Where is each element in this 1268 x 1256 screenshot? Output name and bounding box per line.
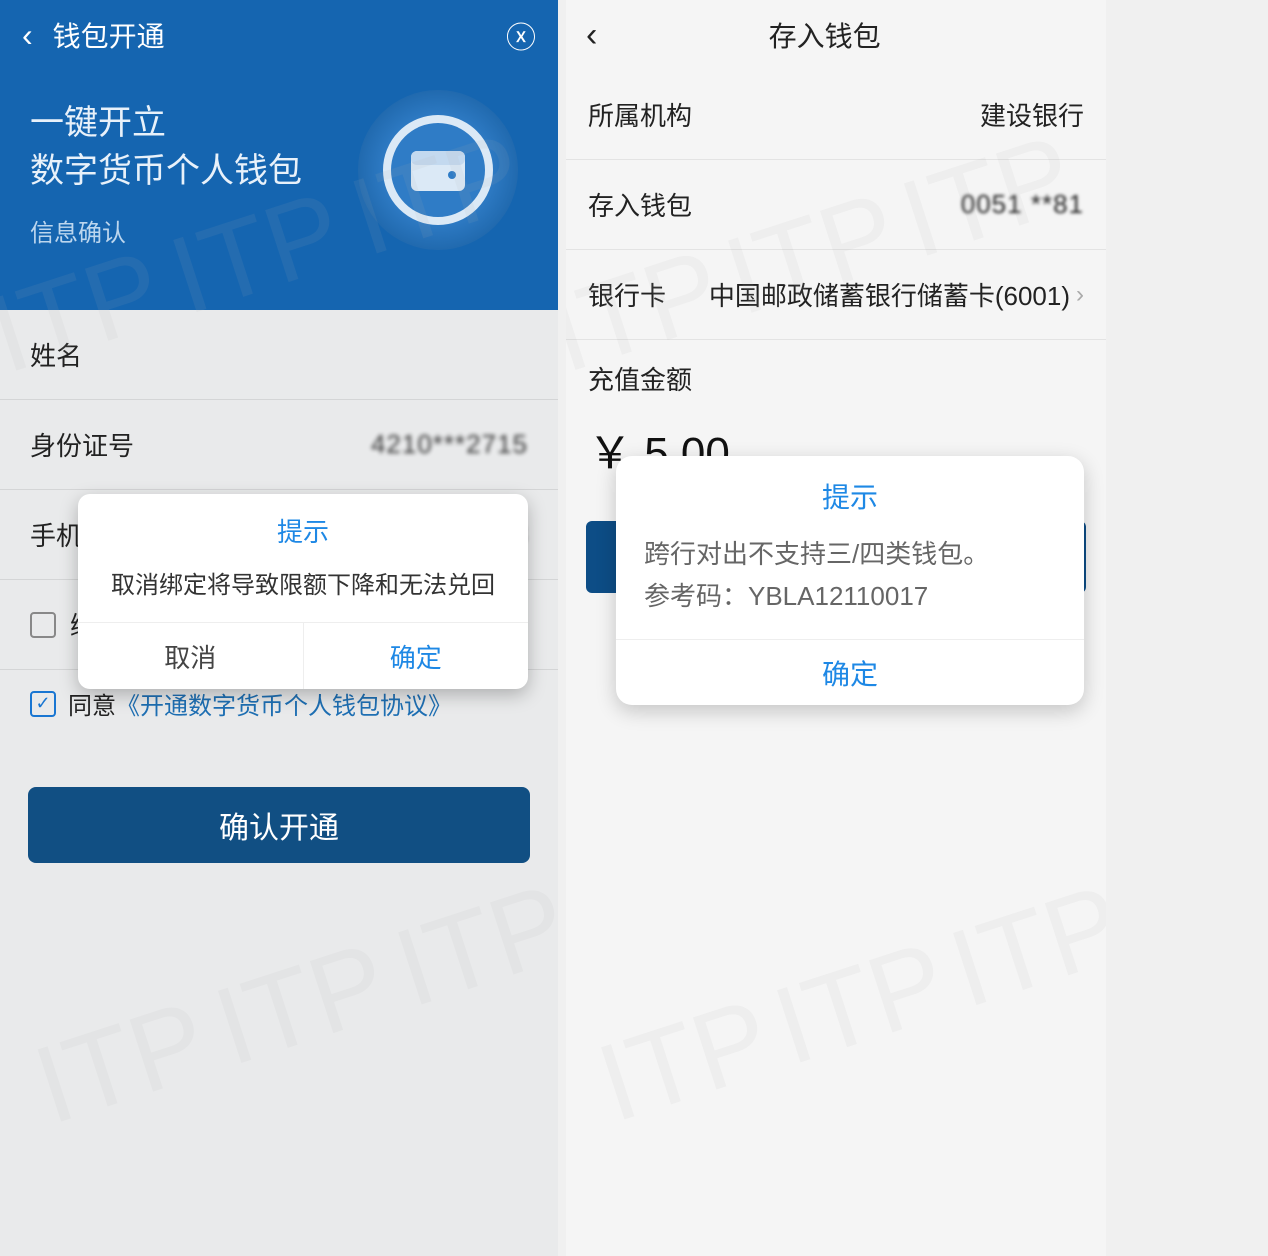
agree-checkbox[interactable]: ✓ <box>30 691 56 717</box>
label-wallet: 存入钱包 <box>588 186 692 223</box>
dialog-message: 取消绑定将导致限额下降和无法兑回 <box>78 559 528 622</box>
dialog-ok-button[interactable]: 确定 <box>303 623 529 689</box>
value-id: 4210***2715 <box>371 429 528 460</box>
wallet-badge <box>358 90 518 250</box>
wallet-icon-ring <box>383 115 493 225</box>
page-title: 存入钱包 <box>597 15 1052 55</box>
dialog-prompt: 提示 跨行对出不支持三/四类钱包。 参考码：YBLA12110017 确定 <box>616 456 1084 705</box>
dialog-title: 提示 <box>78 494 528 559</box>
back-icon[interactable]: ‹ <box>22 17 33 54</box>
row-card[interactable]: 银行卡 中国邮政储蓄银行储蓄卡(6001) › <box>566 250 1106 340</box>
wallet-icon <box>408 145 468 195</box>
bind-checkbox[interactable] <box>30 612 56 638</box>
agreement-link[interactable]: 《开通数字货币个人钱包协议》 <box>116 686 452 721</box>
dialog-prompt: 提示 取消绑定将导致限额下降和无法兑回 取消 确定 <box>78 494 528 689</box>
label-phone: 手机 <box>30 516 82 553</box>
dialog-title: 提示 <box>616 456 1084 530</box>
row-org[interactable]: 所属机构 建设银行 <box>566 70 1106 160</box>
page-title: 钱包开通 <box>53 15 506 55</box>
value-wallet: 0051 **81 <box>961 189 1084 220</box>
value-org: 建设银行 <box>980 96 1084 133</box>
header: ‹ 存入钱包 <box>566 0 1106 70</box>
label-card: 银行卡 <box>588 276 666 313</box>
header: ‹ 钱包开通 ⓧ 一键开立 数字货币个人钱包 信息确认 <box>0 0 558 310</box>
label-name: 姓名 <box>30 336 82 373</box>
amount-label: 充值金额 <box>566 340 1106 407</box>
value-card: 中国邮政储蓄银行储蓄卡(6001) <box>709 276 1070 313</box>
dialog-line-2: 参考码：YBLA12110017 <box>644 576 1056 618</box>
dialog-line-1: 跨行对出不支持三/四类钱包。 <box>644 534 1056 576</box>
screen-deposit: ‹ 存入钱包 所属机构 建设银行 存入钱包 0051 **81 银行卡 中国邮政… <box>566 0 1106 1256</box>
agree-text: 同意 <box>68 686 116 721</box>
label-id: 身份证号 <box>30 426 134 463</box>
chevron-right-icon: › <box>1076 281 1084 309</box>
label-org: 所属机构 <box>588 96 692 133</box>
hero: 一键开立 数字货币个人钱包 信息确认 <box>0 70 558 310</box>
dialog-ok-button[interactable]: 确定 <box>616 639 1084 705</box>
row-wallet[interactable]: 存入钱包 0051 **81 <box>566 160 1106 250</box>
dialog-cancel-button[interactable]: 取消 <box>78 623 303 689</box>
row-id[interactable]: 身份证号 4210***2715 <box>0 400 558 490</box>
back-icon[interactable]: ‹ <box>586 16 597 55</box>
screen-wallet-setup: ‹ 钱包开通 ⓧ 一键开立 数字货币个人钱包 信息确认 姓名 <box>0 0 558 1256</box>
close-icon[interactable]: ⓧ <box>506 13 536 57</box>
row-name[interactable]: 姓名 <box>0 310 558 400</box>
confirm-open-button[interactable]: 确认开通 <box>28 787 530 863</box>
